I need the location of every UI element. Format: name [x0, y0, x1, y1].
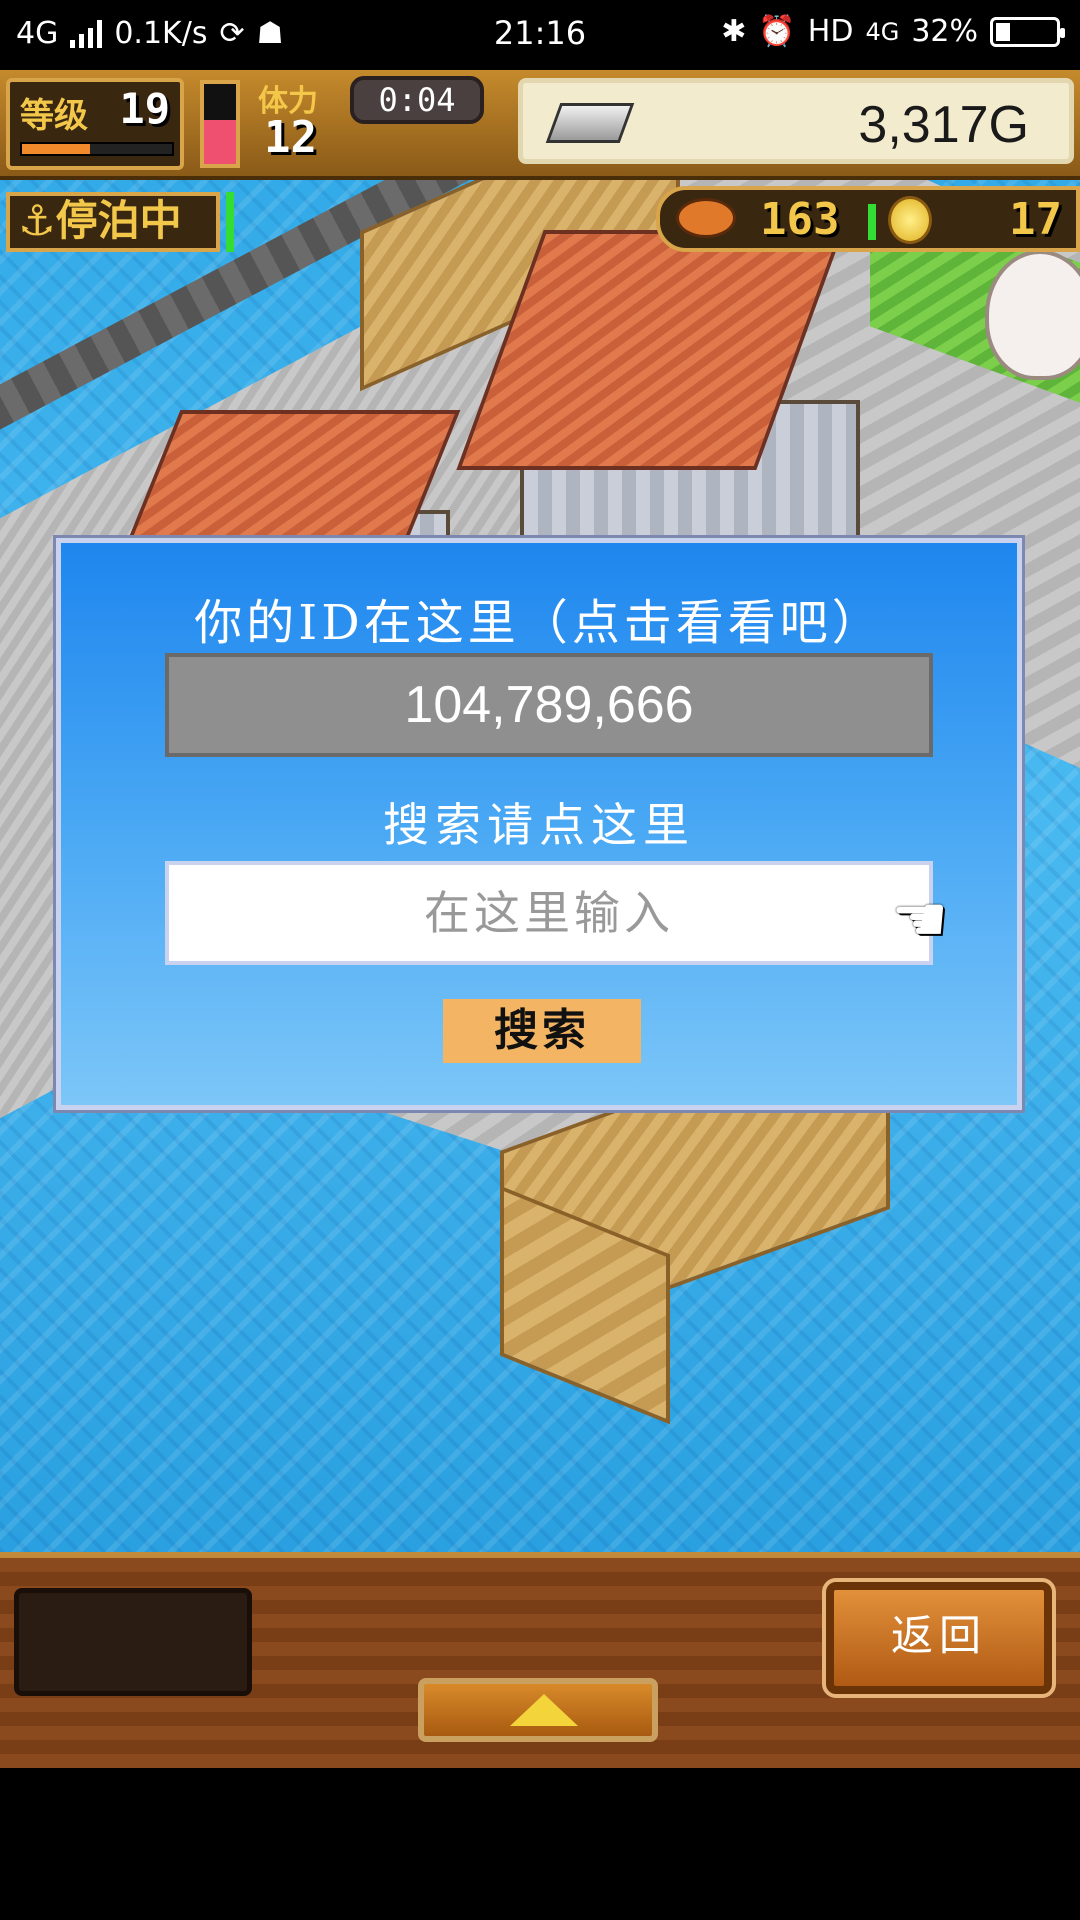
stamina-meter — [200, 80, 240, 168]
hd-indicator: HD — [807, 14, 854, 49]
bluetooth-icon: ✱ — [721, 13, 747, 49]
berth-status[interactable]: ⚓停泊中 — [6, 192, 220, 252]
resource-divider — [868, 204, 876, 240]
player-id-box[interactable]: 104,789,666 — [165, 653, 933, 757]
level-value: 19 — [119, 84, 170, 133]
food-icon — [676, 198, 736, 238]
battery-fill — [996, 22, 1011, 41]
bottom-bar: 返回 — [0, 1552, 1080, 1768]
gold-panel[interactable]: 3,317G — [518, 78, 1074, 164]
battery-percent: 32% — [911, 14, 978, 49]
alarm-icon: ⏰ — [758, 13, 796, 49]
battery-icon — [990, 16, 1065, 47]
exp-bar — [20, 142, 174, 156]
up-arrow-icon — [510, 1694, 578, 1726]
search-label: 搜索请点这里 — [383, 798, 695, 852]
pointing-hand-icon: ☚ — [891, 883, 949, 957]
status-bar: 4G 0.1K/s ⟳ ☗ 21:16 ✱ ⏰ HD 4G 32% — [0, 0, 1080, 70]
medal-coin-icon — [888, 196, 932, 244]
friend-search-dialog: 你的ID在这里（点击看看吧） 104,789,666 搜索请点这里 在这里输入 … — [53, 535, 1025, 1113]
back-button[interactable]: 返回 — [822, 1578, 1056, 1698]
network-type-right: 4G — [865, 17, 900, 46]
stamina-value: 12 — [264, 112, 317, 163]
status-bar-right: ✱ ⏰ HD 4G 32% — [721, 13, 1065, 49]
medal-value: 17 — [1009, 194, 1062, 245]
exp-fill — [22, 144, 90, 154]
search-input[interactable]: 在这里输入 — [165, 861, 933, 965]
food-value: 163 — [760, 194, 840, 245]
resource-panel[interactable]: 163 17 — [656, 186, 1080, 252]
info-panel — [14, 1588, 252, 1696]
level-panel[interactable]: 等级 19 — [6, 78, 184, 170]
level-label: 等级 — [20, 96, 88, 136]
silver-ingot-icon — [545, 103, 635, 143]
stamina-timer: 0:04 — [350, 76, 484, 124]
search-button[interactable]: 搜索 — [443, 999, 641, 1063]
dialog-title: 你的ID在这里（点击看看吧） — [194, 595, 884, 651]
berth-indicator — [226, 192, 234, 252]
stamina-fill — [204, 120, 236, 164]
expand-menu-button[interactable] — [418, 1678, 658, 1742]
hud-top-bar: 等级 19 体力 12 0:04 3,317G — [0, 70, 1080, 180]
gold-value: 3,317G — [858, 96, 1029, 154]
giant-egg[interactable] — [985, 250, 1080, 380]
